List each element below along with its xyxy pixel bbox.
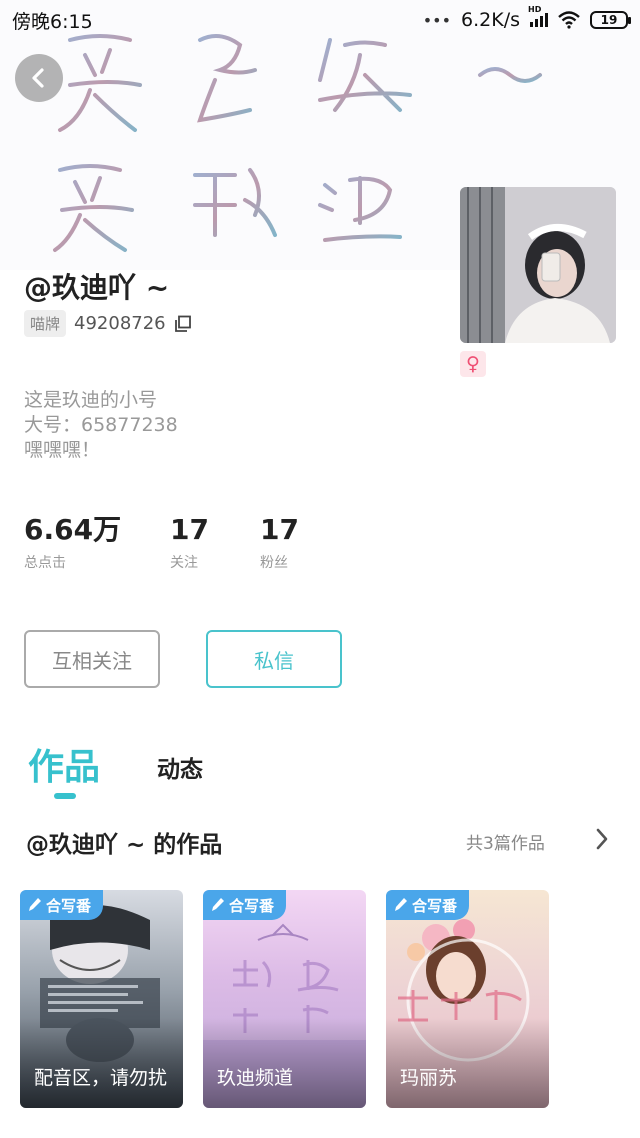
status-time: 傍晚6:15 xyxy=(12,10,93,33)
tab-works[interactable]: 作品 xyxy=(28,738,100,790)
tab-activity[interactable]: 动态 xyxy=(157,750,203,784)
signal-icon: HD xyxy=(528,5,548,27)
profile-bio: 这是玖迪的小号 大号：65877238 嘿嘿嘿！ xyxy=(24,388,178,463)
stat-label: 总点击 xyxy=(24,555,66,571)
card-shade xyxy=(20,1018,183,1108)
work-card[interactable]: 合写番 玖迪频道 xyxy=(203,890,366,1108)
card-tag: 合写番 xyxy=(386,890,470,920)
stat-value: 17 xyxy=(170,513,209,546)
chevron-right-icon[interactable] xyxy=(592,826,612,852)
id-badge: 喵牌 xyxy=(24,310,67,337)
signal-hd-label: HD xyxy=(528,5,542,14)
wifi-icon xyxy=(558,11,580,29)
work-card[interactable]: 合写番 玛丽苏 xyxy=(386,890,549,1108)
works-section-title: @玖迪吖 ~ 的作品 xyxy=(26,832,223,858)
battery-level: 19 xyxy=(600,13,618,27)
active-tab-indicator xyxy=(54,793,76,799)
pen-icon xyxy=(395,898,407,911)
card-title: 玖迪频道 xyxy=(217,1067,294,1089)
network-speed: 6.2K/s xyxy=(461,9,520,31)
stat-value: 6.64万 xyxy=(24,513,122,546)
works-count[interactable]: 共3篇作品 xyxy=(466,829,545,854)
card-tag: 合写番 xyxy=(203,890,287,920)
profile-nickname: @玖迪吖 ~ xyxy=(24,271,170,304)
card-title: 玛丽苏 xyxy=(400,1067,458,1089)
bio-line: 这是玖迪的小号 xyxy=(24,389,158,411)
mutual-follow-button[interactable]: 互相关注 xyxy=(24,630,160,688)
pen-icon xyxy=(29,898,41,911)
card-shade xyxy=(386,1018,549,1108)
card-tag-label: 合写番 xyxy=(229,896,275,915)
female-gender-icon: ♀ xyxy=(460,351,486,377)
card-shade xyxy=(203,1018,366,1108)
work-card[interactable]: 合写番 配音区，请勿扰 xyxy=(20,890,183,1108)
profile-id-row: 喵牌 49208726 xyxy=(24,310,192,337)
card-title: 配音区，请勿扰 xyxy=(34,1067,168,1089)
stat-label: 粉丝 xyxy=(260,555,288,571)
stat-total-clicks: 6.64万 总点击 xyxy=(24,512,121,572)
card-tag-label: 合写番 xyxy=(412,896,458,915)
more-dots-icon: ••• xyxy=(422,10,452,30)
status-bar: 傍晚6:15 ••• 6.2K/s HD 19 xyxy=(0,0,640,40)
stat-label: 关注 xyxy=(170,555,198,571)
stat-followers[interactable]: 17 粉丝 xyxy=(260,512,299,572)
bio-line: 嘿嘿嘿！ xyxy=(24,439,101,461)
chevron-left-icon xyxy=(32,68,44,88)
bio-line: 大号：65877238 xyxy=(24,414,178,436)
card-tag: 合写番 xyxy=(20,890,104,920)
stat-following[interactable]: 17 关注 xyxy=(170,512,209,572)
avatar-photo xyxy=(460,187,616,343)
avatar[interactable] xyxy=(460,187,616,343)
pen-icon xyxy=(212,898,224,911)
copy-icon[interactable] xyxy=(174,315,192,333)
card-tag-label: 合写番 xyxy=(46,896,92,915)
battery-icon: 19 xyxy=(590,11,631,29)
back-button[interactable] xyxy=(15,54,63,102)
message-button[interactable]: 私信 xyxy=(206,630,342,688)
stat-value: 17 xyxy=(260,513,299,546)
id-value: 49208726 xyxy=(74,313,166,334)
